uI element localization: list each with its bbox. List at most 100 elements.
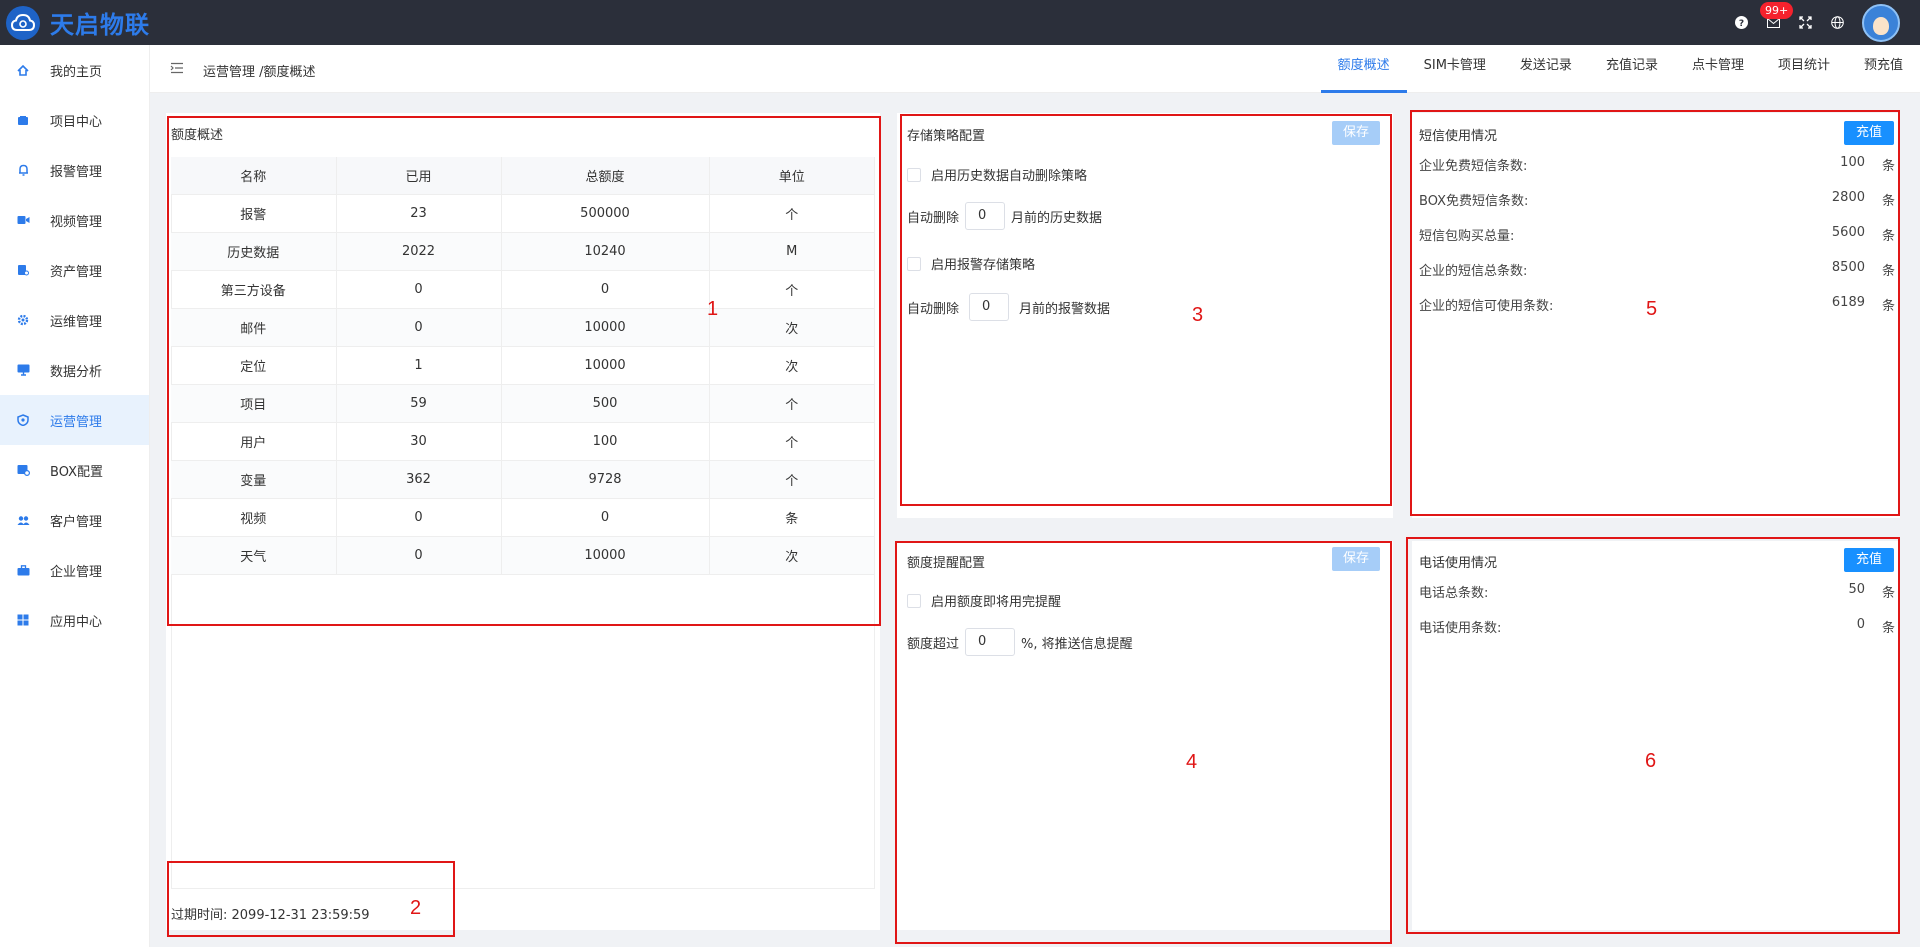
sms-stat-row: 企业的短信总条数: 8500 条: [1419, 260, 1895, 279]
quota-table: 名称 已用 总额度 单位 报警 23 500000 个 历史数据 2022 10240 M …: [171, 157, 874, 575]
bell-icon: [16, 163, 30, 177]
stat-unit: 条: [1881, 229, 1895, 244]
sidebar-item-video[interactable]: 视频管理: [0, 195, 149, 245]
cell: 次: [709, 346, 874, 385]
quota-reminder-option[interactable]: 启用额度即将用完提醒: [907, 591, 1061, 610]
cell: 0: [501, 498, 710, 537]
cell: 个: [709, 422, 874, 461]
table-row: 邮件 0 10000 次: [171, 308, 874, 347]
mail-icon[interactable]: 99+: [1760, 1, 1794, 30]
cell: 10000: [501, 308, 710, 347]
expire-time: 过期时间: 2099-12-31 23:59:59: [171, 908, 370, 923]
cell: 23: [336, 194, 502, 233]
sidebar-item-label: 视频管理: [50, 214, 103, 230]
tab-project-stats[interactable]: 项目统计: [1761, 45, 1847, 93]
cell: 9728: [501, 460, 710, 499]
stat-value: 6189: [1831, 295, 1865, 310]
alarm-storage-checkbox[interactable]: [907, 256, 921, 271]
cell: 次: [709, 536, 874, 575]
stat-label: 企业免费短信条数:: [1419, 159, 1528, 174]
table-row: 历史数据 2022 10240 M: [171, 232, 874, 271]
users-icon: [16, 513, 30, 527]
logo[interactable]: 天启物联: [0, 5, 150, 40]
cell: 个: [709, 194, 874, 233]
stat-label: 电话使用条数:: [1419, 621, 1502, 636]
fullscreen-icon[interactable]: [1798, 16, 1812, 30]
sidebar-item-assets[interactable]: 资产管理: [0, 245, 149, 295]
stat-label: 企业的短信可使用条数:: [1419, 299, 1554, 314]
user-avatar[interactable]: [1862, 3, 1900, 42]
alarm-storage-option[interactable]: 启用报警存储策略: [907, 254, 1035, 273]
sidebar: 我的主页 项目中心 报警管理 视频管理 资产管理 运维管理 数据分析 运营管理 …: [0, 45, 150, 947]
tab-prepaid[interactable]: 预充值: [1847, 45, 1920, 93]
quota-reminder-checkbox[interactable]: [907, 593, 921, 608]
history-delete-option[interactable]: 启用历史数据自动删除策略: [907, 165, 1087, 184]
annotation-label-5: 5: [1646, 298, 1658, 320]
cell: 个: [709, 460, 874, 499]
cell: 用户: [171, 422, 337, 461]
sidebar-item-operations[interactable]: 运营管理: [0, 395, 149, 445]
stat-unit: 条: [1881, 621, 1895, 636]
tab-recharge-records[interactable]: 充值记录: [1589, 45, 1675, 93]
cell: 个: [709, 270, 874, 309]
annotation-label-1: 1: [707, 298, 719, 320]
annotation-label-3: 3: [1192, 304, 1204, 326]
help-icon[interactable]: ?: [1734, 16, 1748, 30]
stat-value: 0: [1856, 617, 1865, 632]
cell: 362: [336, 460, 502, 499]
apps-icon: [16, 613, 30, 627]
sidebar-item-projects[interactable]: 项目中心: [0, 95, 149, 145]
sidebar-item-enterprise[interactable]: 企业管理: [0, 545, 149, 595]
storage-title: 存储策略配置: [907, 129, 986, 144]
stat-unit: 条: [1881, 194, 1895, 209]
phone-recharge-button[interactable]: 充值: [1844, 548, 1894, 572]
quota-title: 额度概述: [171, 128, 224, 143]
sidebar-item-label: 运维管理: [50, 314, 103, 330]
sidebar-item-home[interactable]: 我的主页: [0, 45, 149, 95]
globe-icon[interactable]: [1830, 16, 1844, 30]
stat-unit: 条: [1881, 586, 1895, 601]
history-months-input[interactable]: 0: [965, 202, 1006, 230]
cell: 项目: [171, 384, 337, 423]
annotation-label-2: 2: [410, 897, 422, 919]
sms-stat-row: BOX免费短信条数: 2800 条: [1419, 190, 1895, 209]
sidebar-item-ops[interactable]: 运维管理: [0, 295, 149, 345]
threshold-input[interactable]: 0: [965, 628, 1016, 656]
sidebar-item-analytics[interactable]: 数据分析: [0, 345, 149, 395]
sidebar-item-alarms[interactable]: 报警管理: [0, 145, 149, 195]
row-prefix: 自动删除: [907, 301, 960, 317]
tab-point-cards[interactable]: 点卡管理: [1675, 45, 1761, 93]
sidebar-item-box-config[interactable]: BOX配置: [0, 445, 149, 495]
shield-icon: [16, 413, 30, 427]
sidebar-item-label: 我的主页: [50, 64, 103, 80]
sidebar-item-apps[interactable]: 应用中心: [0, 595, 149, 645]
sms-stat-row: 短信包购买总量: 5600 条: [1419, 225, 1895, 244]
alarm-delete-row: 自动删除 0 月前的报警数据: [907, 293, 1110, 321]
folder-icon: [16, 113, 30, 127]
sidebar-item-label: 企业管理: [50, 564, 103, 580]
history-delete-checkbox[interactable]: [907, 167, 921, 182]
tab-send-records[interactable]: 发送记录: [1503, 45, 1589, 93]
reminder-save-button[interactable]: 保存: [1332, 547, 1380, 571]
tab-sim-cards[interactable]: SIM卡管理: [1407, 45, 1503, 93]
storage-save-button[interactable]: 保存: [1332, 121, 1380, 145]
menu-toggle-icon[interactable]: [170, 62, 184, 74]
cell: 500: [501, 384, 710, 423]
tab-quota-overview[interactable]: 额度概述: [1320, 45, 1407, 93]
cell: 0: [336, 270, 502, 309]
sidebar-item-label: 运营管理: [50, 414, 103, 430]
cell: 个: [709, 384, 874, 423]
sms-title: 短信使用情况: [1419, 129, 1498, 144]
cell: 邮件: [171, 308, 337, 347]
sidebar-item-customers[interactable]: 客户管理: [0, 495, 149, 545]
cell: 100: [501, 422, 710, 461]
threshold-row: 额度超过 0 %, 将推送信息提醒: [907, 628, 1133, 656]
sms-recharge-button[interactable]: 充值: [1844, 121, 1894, 145]
sidebar-item-label: 资产管理: [50, 264, 103, 280]
cell: 0: [336, 498, 502, 537]
row-prefix: 额度超过: [907, 636, 960, 652]
table-row: 视频 0 0 条: [171, 498, 874, 537]
option-label: 启用额度即将用完提醒: [931, 595, 1062, 610]
annotation-label-4: 4: [1186, 751, 1198, 773]
alarm-months-input[interactable]: 0: [969, 293, 1010, 321]
